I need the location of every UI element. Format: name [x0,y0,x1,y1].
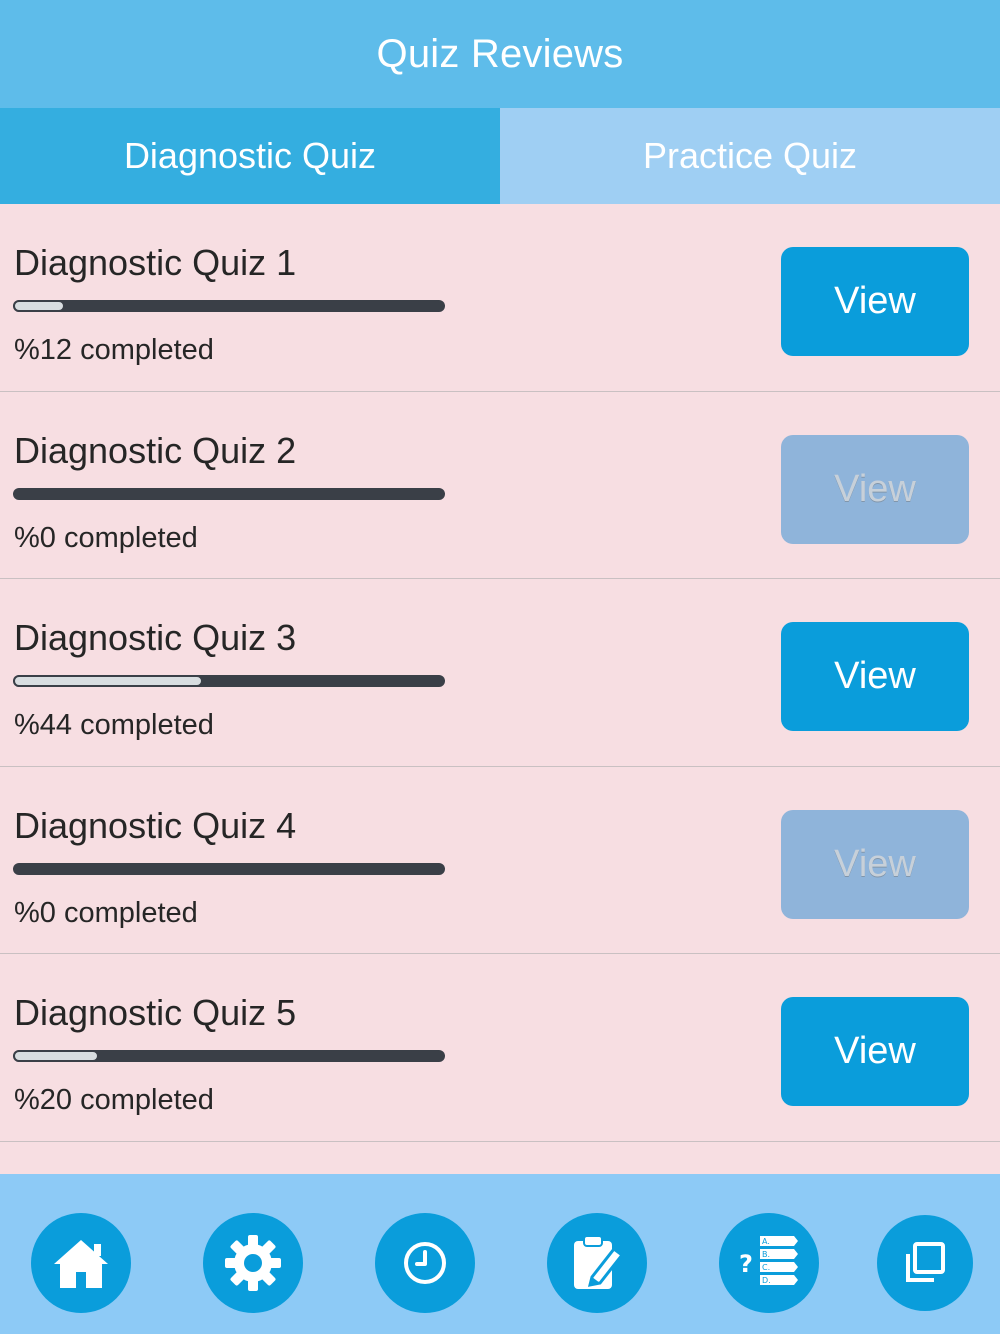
quiz-list: Diagnostic Quiz 1 %12 completed View Dia… [0,204,1000,1174]
svg-text:A.: A. [762,1237,770,1246]
quiz-row: Diagnostic Quiz 1 %12 completed View [0,204,1000,392]
svg-text:C.: C. [762,1263,770,1272]
view-button[interactable]: View [781,622,969,731]
progress-bar [13,300,445,312]
gear-icon [225,1235,281,1291]
app-header: Quiz Reviews [0,0,1000,108]
tab-bar: Diagnostic Quiz Practice Quiz [0,108,1000,204]
completion-status: %44 completed [14,709,214,741]
view-button[interactable]: View [781,247,969,356]
copy-windows-icon [906,1242,945,1282]
notes-button[interactable] [547,1213,647,1313]
quiz-row: Diagnostic Quiz 4 %0 completed View [0,767,1000,954]
page-title: Quiz Reviews [376,31,624,76]
quiz-title: Diagnostic Quiz 5 [14,992,297,1033]
completion-status: %0 completed [14,896,198,929]
home-icon [54,1240,108,1288]
progress-fill [13,1050,100,1062]
clock-icon [404,1242,446,1284]
quiz-row: Diagnostic Quiz 5 %20 completed View [0,954,1000,1142]
quiz-row: Diagnostic Quiz 2 %0 completed View [0,392,1000,579]
progress-fill [13,675,204,687]
history-button[interactable] [375,1213,475,1313]
home-button[interactable] [31,1213,131,1313]
quiz-title: Diagnostic Quiz 4 [14,804,297,846]
completion-status: %12 completed [14,334,214,366]
progress-fill [13,300,65,312]
view-button[interactable]: View [781,997,969,1106]
completion-status: %20 completed [14,1084,214,1116]
tab-diagnostic-quiz[interactable]: Diagnostic Quiz [0,108,500,204]
quiz-title: Diagnostic Quiz 1 [14,242,297,283]
quiz-options-icon: ? A. B. C. D. [739,1236,798,1285]
progress-bar [13,675,445,687]
quiz-title: Diagnostic Quiz 3 [14,617,297,658]
windows-button[interactable] [877,1215,973,1311]
svg-text:?: ? [739,1250,753,1278]
quiz-row: Diagnostic Quiz 3 %44 completed View [0,579,1000,767]
svg-text:B.: B. [762,1250,770,1259]
quiz-title: Diagnostic Quiz 2 [14,429,297,471]
settings-button[interactable] [203,1213,303,1313]
svg-text:D.: D. [762,1276,771,1285]
quiz-options-button[interactable]: ? A. B. C. D. [719,1213,819,1313]
progress-bar [13,862,445,875]
progress-bar [13,487,445,500]
tab-practice-quiz[interactable]: Practice Quiz [500,108,1000,204]
completion-status: %0 completed [14,521,198,554]
view-button[interactable]: View [781,809,969,919]
progress-bar [13,1050,445,1062]
clipboard-edit-icon [574,1235,625,1289]
view-button[interactable]: View [781,434,969,544]
bottom-nav-bar: ? A. B. C. D. [0,1174,1000,1334]
